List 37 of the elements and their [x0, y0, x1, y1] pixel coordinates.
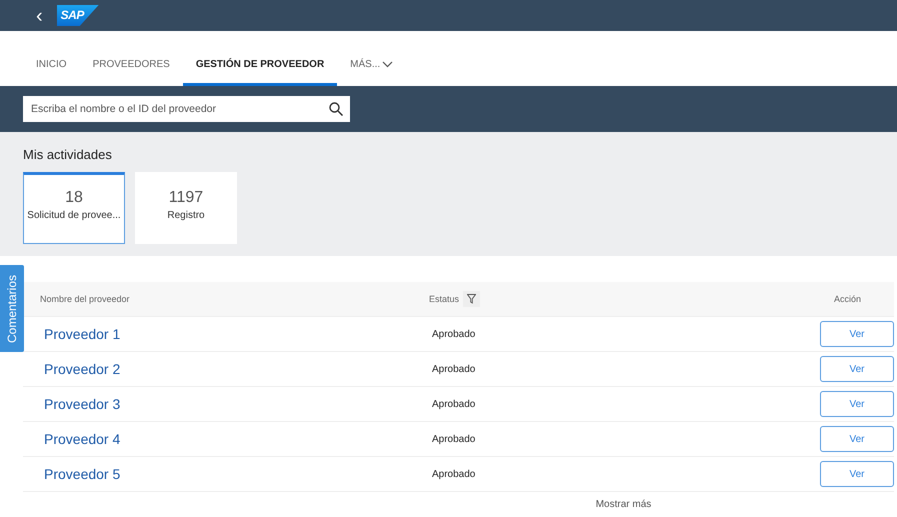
supplier-link[interactable]: Proveedor 1	[23, 326, 432, 342]
activity-tile[interactable]: 18 Solicitud de provee...	[23, 172, 125, 244]
table-cell-text: Aprobado	[432, 434, 476, 444]
view-button[interactable]: Ver	[820, 356, 894, 382]
column-header: Acción	[834, 294, 862, 304]
tab[interactable]: INICIO	[23, 56, 80, 86]
section-title: Mis actividades	[23, 147, 113, 162]
view-button[interactable]: Ver	[820, 321, 894, 347]
tile-count: 1197	[168, 189, 204, 207]
chevron-down-icon	[382, 61, 394, 68]
view-button[interactable]: Ver	[820, 426, 894, 452]
logo: SAP	[56, 5, 99, 26]
supplier-link[interactable]: Proveedor 2	[23, 361, 432, 377]
search-field[interactable]: Escriba el nombre o el ID del proveedor	[23, 96, 350, 122]
tile-label: Registro	[167, 210, 205, 221]
tile-count: 18	[65, 189, 83, 207]
tab[interactable]: PROVEEDORES	[80, 56, 183, 86]
column-header: Nombre del proveedor	[39, 294, 131, 304]
filter-icon	[467, 294, 476, 304]
column-header: Estatus	[429, 294, 460, 304]
tab[interactable]: MÁS...	[337, 56, 406, 86]
feedback-tab[interactable]: Comentarios	[0, 265, 24, 352]
tile-label: Solicitud de provee...	[27, 210, 121, 221]
table-cell-text: Aprobado	[432, 328, 476, 340]
supplier-link[interactable]: Proveedor 3	[23, 396, 432, 412]
activity-tile[interactable]: 1197 Registro	[135, 172, 237, 244]
show-more-link[interactable]: Mostrar más	[596, 499, 652, 510]
search-icon	[329, 102, 343, 116]
table-cell-text: Aprobado	[432, 398, 476, 410]
table-cell-text: Aprobado	[432, 364, 476, 374]
view-button[interactable]: Ver	[820, 391, 894, 417]
supplier-link[interactable]: Proveedor 4	[23, 431, 432, 447]
table-cell-text: Aprobado	[432, 468, 476, 480]
supplier-link[interactable]: Proveedor 5	[23, 466, 432, 482]
filter-button[interactable]	[463, 291, 480, 307]
back-button[interactable]: ‹	[32, 6, 47, 26]
view-button[interactable]: Ver	[820, 461, 894, 487]
